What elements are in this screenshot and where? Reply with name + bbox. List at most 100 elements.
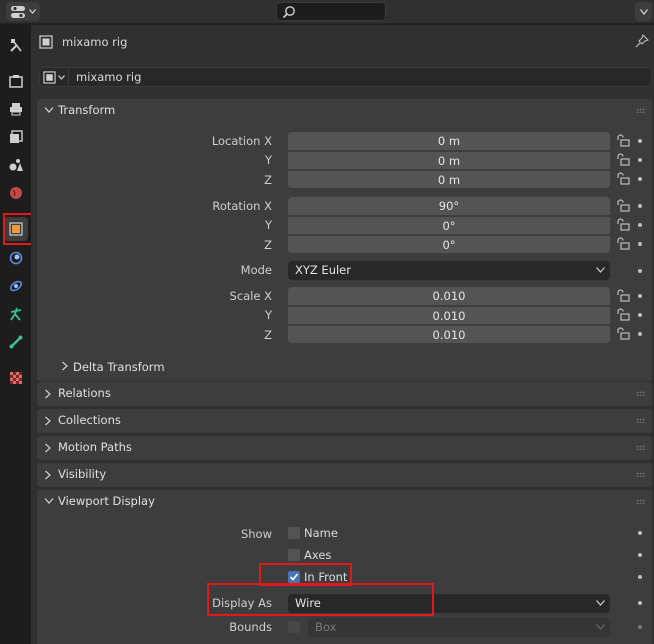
keyframe-dot[interactable] xyxy=(638,158,642,162)
rotation-mode-label: Mode xyxy=(240,263,272,277)
panel-transform-body: Location X Y Z 0 m 0 m 0 m Rotation X Y … xyxy=(37,123,652,381)
panel-motion-paths-header[interactable]: Motion Paths xyxy=(37,436,652,460)
scale-x-label: Scale X xyxy=(229,289,272,303)
delta-transform-subpanel[interactable]: Delta Transform xyxy=(55,357,455,377)
keyframe-dot[interactable] xyxy=(638,139,642,143)
panel-viewport-display-header[interactable]: Viewport Display xyxy=(37,490,652,514)
chevron-right-icon xyxy=(45,416,51,426)
lock-icon[interactable] xyxy=(615,327,631,341)
keyframe-dot[interactable] xyxy=(638,625,642,629)
rotation-y-field[interactable]: 0° xyxy=(288,216,610,234)
chevron-down-icon xyxy=(44,107,54,113)
bounds-checkbox[interactable] xyxy=(288,621,300,633)
axes-checkbox[interactable] xyxy=(288,549,300,561)
object-type-selector[interactable] xyxy=(39,67,69,87)
lock-icon[interactable] xyxy=(615,237,631,251)
drag-handle-icon[interactable] xyxy=(636,499,646,504)
scale-z-label: Z xyxy=(264,328,272,342)
keyframe-dot[interactable] xyxy=(638,575,642,579)
name-checkbox[interactable] xyxy=(288,527,300,539)
keyframe-dot[interactable] xyxy=(638,332,642,336)
panel-title: Collections xyxy=(58,413,121,427)
tab-object-data[interactable] xyxy=(4,330,28,354)
keyframe-dot[interactable] xyxy=(638,204,642,208)
tab-tool[interactable] xyxy=(4,33,28,57)
panel-transform-header[interactable]: Transform xyxy=(37,99,652,123)
tab-output[interactable] xyxy=(4,97,28,121)
properties-panel: mixamo rig mixamo rig Transform Location… xyxy=(31,25,654,644)
keyframe-dot[interactable] xyxy=(638,177,642,181)
rotation-z-field[interactable]: 0° xyxy=(288,235,610,253)
search-input[interactable] xyxy=(276,2,386,21)
keyframe-dot[interactable] xyxy=(638,269,642,273)
chevron-down-icon xyxy=(596,267,605,273)
object-square-icon xyxy=(39,35,53,49)
location-y-label: Y xyxy=(264,153,272,167)
tab-world[interactable] xyxy=(4,181,28,205)
location-y-field[interactable]: 0 m xyxy=(288,151,610,169)
rotation-mode-dropdown[interactable]: XYZ Euler xyxy=(288,261,610,280)
drag-handle-icon[interactable] xyxy=(636,108,646,113)
tab-modifiers[interactable] xyxy=(4,246,28,270)
rotation-mode-value: XYZ Euler xyxy=(295,263,351,277)
panel-title: Visibility xyxy=(58,467,107,481)
delta-transform-label: Delta Transform xyxy=(73,360,165,374)
tab-scene[interactable] xyxy=(4,153,28,177)
lock-icon[interactable] xyxy=(615,289,631,303)
chevron-down-icon xyxy=(58,74,65,80)
tab-render[interactable] xyxy=(4,69,28,93)
context-breadcrumb: mixamo rig xyxy=(39,31,127,53)
rotation-x-field[interactable]: 90° xyxy=(288,197,610,215)
properties-tabs xyxy=(0,25,31,644)
keyframe-dot[interactable] xyxy=(638,601,642,605)
lock-icon[interactable] xyxy=(615,199,631,213)
pin-icon[interactable] xyxy=(635,34,649,48)
lock-icon[interactable] xyxy=(615,134,631,148)
bounds-type-value: Box xyxy=(315,620,337,634)
keyframe-dot[interactable] xyxy=(638,223,642,227)
rotation-x-label: Rotation X xyxy=(212,199,272,213)
armature-figure-icon xyxy=(10,307,22,321)
context-object-name: mixamo rig xyxy=(62,35,128,49)
location-x-field[interactable]: 0 m xyxy=(288,132,610,150)
keyframe-dot[interactable] xyxy=(638,313,642,317)
chevron-down-icon xyxy=(44,498,54,504)
chevron-right-icon xyxy=(45,389,51,399)
drag-handle-icon[interactable] xyxy=(636,391,646,396)
scale-x-field[interactable]: 0.010 xyxy=(288,287,610,305)
location-z-field[interactable]: 0 m xyxy=(288,170,610,188)
keyframe-dot[interactable] xyxy=(638,531,642,535)
bounds-type-dropdown[interactable]: Box xyxy=(308,618,610,637)
scale-z-field[interactable]: 0.010 xyxy=(288,325,610,343)
lock-icon[interactable] xyxy=(615,218,631,232)
chevron-down-icon xyxy=(596,624,605,630)
tab-view-layer[interactable] xyxy=(4,125,28,149)
chevron-right-icon xyxy=(62,361,68,371)
drag-handle-icon[interactable] xyxy=(636,445,646,450)
display-as-highlight xyxy=(207,583,434,616)
scale-y-field[interactable]: 0.010 xyxy=(288,306,610,324)
drag-handle-icon[interactable] xyxy=(636,472,646,477)
chevron-down-icon xyxy=(596,600,605,606)
lock-icon[interactable] xyxy=(615,308,631,322)
keyframe-dot[interactable] xyxy=(638,553,642,557)
editor-type-button[interactable] xyxy=(6,2,40,21)
location-x-label: Location X xyxy=(211,134,272,148)
tab-texture[interactable] xyxy=(4,366,28,390)
panel-title: Viewport Display xyxy=(58,494,155,508)
panel-title: Transform xyxy=(58,103,116,117)
options-dropdown-button[interactable] xyxy=(635,2,652,21)
lock-icon[interactable] xyxy=(615,153,631,167)
tab-physics[interactable] xyxy=(4,302,28,326)
tab-particles[interactable] xyxy=(4,274,28,298)
keyframe-dot[interactable] xyxy=(638,294,642,298)
name-checkbox-label: Name xyxy=(304,526,338,540)
panel-visibility-header[interactable]: Visibility xyxy=(37,463,652,487)
drag-handle-icon[interactable] xyxy=(636,418,646,423)
camera-back-icon xyxy=(9,75,23,88)
panel-collections-header[interactable]: Collections xyxy=(37,409,652,433)
object-name-field[interactable]: mixamo rig xyxy=(68,67,652,87)
panel-relations-header[interactable]: Relations xyxy=(37,382,652,406)
keyframe-dot[interactable] xyxy=(638,242,642,246)
lock-icon[interactable] xyxy=(615,172,631,186)
